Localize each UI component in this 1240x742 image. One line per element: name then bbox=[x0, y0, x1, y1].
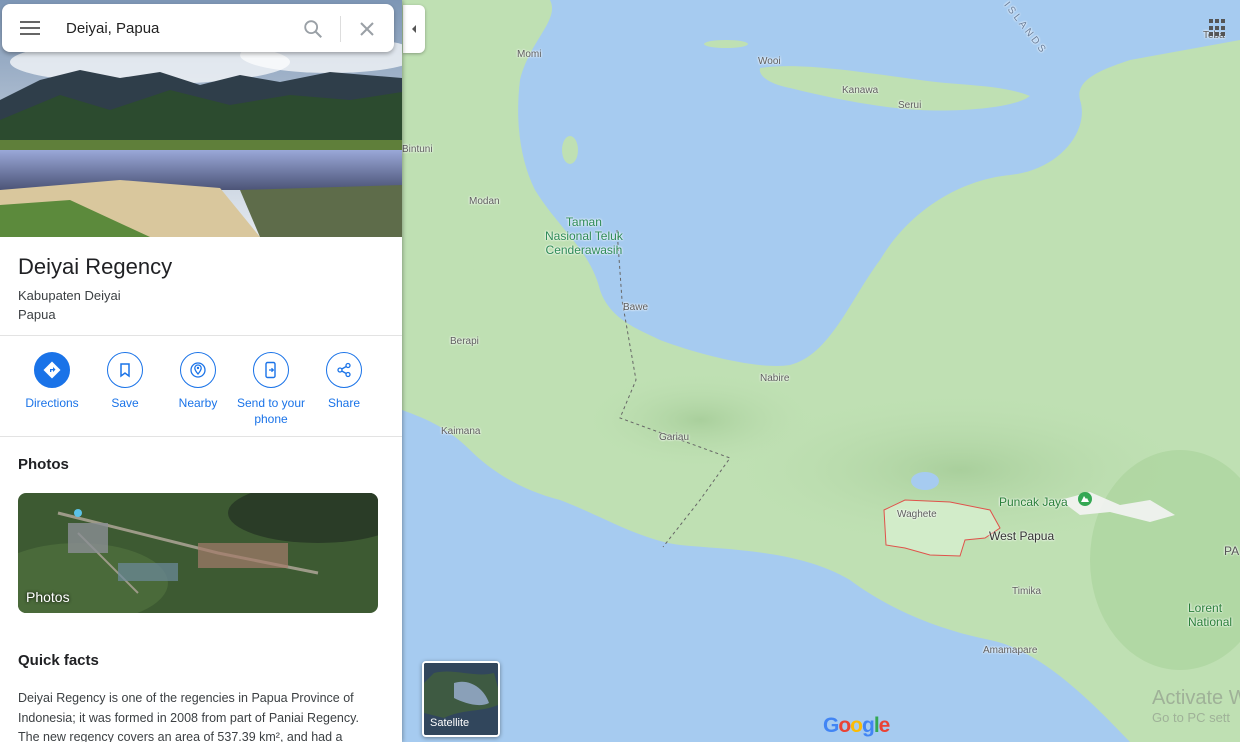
map-label-west-papua: West Papua bbox=[989, 529, 1055, 543]
directions-button[interactable]: Directions bbox=[12, 352, 92, 411]
divider bbox=[0, 335, 402, 336]
share-icon bbox=[337, 362, 351, 378]
map-label-serui: Serui bbox=[898, 100, 922, 111]
bookmark-icon bbox=[120, 363, 130, 378]
search-input[interactable] bbox=[66, 16, 286, 40]
apps-grid-icon[interactable] bbox=[1209, 19, 1227, 37]
map-label-momi: Momi bbox=[517, 49, 542, 60]
nearby-button[interactable]: Nearby bbox=[158, 352, 238, 411]
nearby-icon bbox=[190, 362, 206, 378]
menu-icon[interactable] bbox=[18, 18, 42, 38]
place-panel: Deiyai Regency Kabupaten Deiyai Papua Di… bbox=[0, 0, 402, 742]
directions-icon bbox=[43, 361, 61, 379]
place-title: Deiyai Regency bbox=[18, 254, 173, 279]
satellite-label: Satellite bbox=[430, 717, 470, 729]
google-logo: Google bbox=[823, 714, 890, 737]
close-icon[interactable] bbox=[358, 20, 376, 38]
map-label-nabire: Nabire bbox=[760, 373, 790, 384]
photos-card[interactable]: Photos bbox=[18, 493, 378, 613]
place-subtitle-province: Papua bbox=[18, 307, 56, 322]
share-label: Share bbox=[327, 396, 361, 410]
activate-windows-watermark: Activate W Go to PC sett bbox=[1152, 687, 1240, 725]
photos-card-label: Photos bbox=[26, 589, 70, 605]
map-label-wooi: Wooi bbox=[758, 56, 781, 67]
map-label-lorentz[interactable]: Lorent National bbox=[1188, 601, 1232, 629]
map-label-taman-nasional[interactable]: Taman Nasional Teluk Cenderawasih bbox=[545, 215, 623, 257]
map-label-bintuni: Bintuni bbox=[402, 144, 433, 155]
quick-facts-heading: Quick facts bbox=[18, 652, 99, 669]
photos-heading: Photos bbox=[18, 456, 69, 473]
map-label-modan: Modan bbox=[469, 196, 500, 207]
map-label-amamapare: Amamapare bbox=[983, 645, 1038, 656]
place-header: Deiyai Regency Kabupaten Deiyai Papua bbox=[18, 254, 172, 322]
quick-facts-text: Deiyai Regency is one of the regencies i… bbox=[18, 691, 359, 742]
directions-label: Directions bbox=[25, 396, 79, 410]
map-label-bawe: Bawe bbox=[623, 302, 649, 313]
map-label-kaimana: Kaimana bbox=[441, 426, 481, 437]
search-divider bbox=[340, 16, 341, 42]
save-button[interactable]: Save bbox=[85, 352, 165, 411]
map-label-pa: PA bbox=[1224, 544, 1240, 558]
map-label-gariau: Gariau bbox=[659, 432, 690, 443]
send-to-phone-icon bbox=[265, 361, 276, 379]
save-label: Save bbox=[111, 396, 139, 410]
send-to-phone-label: Send to your phone bbox=[236, 396, 306, 426]
map-label-puncak-jaya[interactable]: Puncak Jaya bbox=[999, 495, 1068, 509]
photos-aerial-image bbox=[18, 493, 378, 613]
map-label-kanawa: Kanawa bbox=[842, 85, 879, 96]
map-label-timika: Timika bbox=[1012, 586, 1042, 597]
collapse-panel-button[interactable] bbox=[403, 5, 425, 53]
send-to-phone-button[interactable]: Send to your phone bbox=[231, 352, 311, 427]
search-box bbox=[2, 4, 394, 52]
nearby-label: Nearby bbox=[178, 396, 218, 410]
place-subtitle-local: Kabupaten Deiyai bbox=[18, 288, 121, 303]
map-label-berapi: Berapi bbox=[450, 336, 479, 347]
divider bbox=[0, 436, 402, 437]
caret-left-icon bbox=[412, 25, 416, 33]
mountain-peak-icon[interactable] bbox=[1077, 491, 1093, 507]
map-label-waghete: Waghete bbox=[897, 509, 937, 520]
search-icon[interactable] bbox=[302, 18, 324, 40]
action-bar: Directions Save Nearby Send to your phon… bbox=[0, 352, 402, 432]
satellite-layer-button[interactable]: Satellite bbox=[422, 661, 500, 737]
share-button[interactable]: Share bbox=[304, 352, 384, 411]
